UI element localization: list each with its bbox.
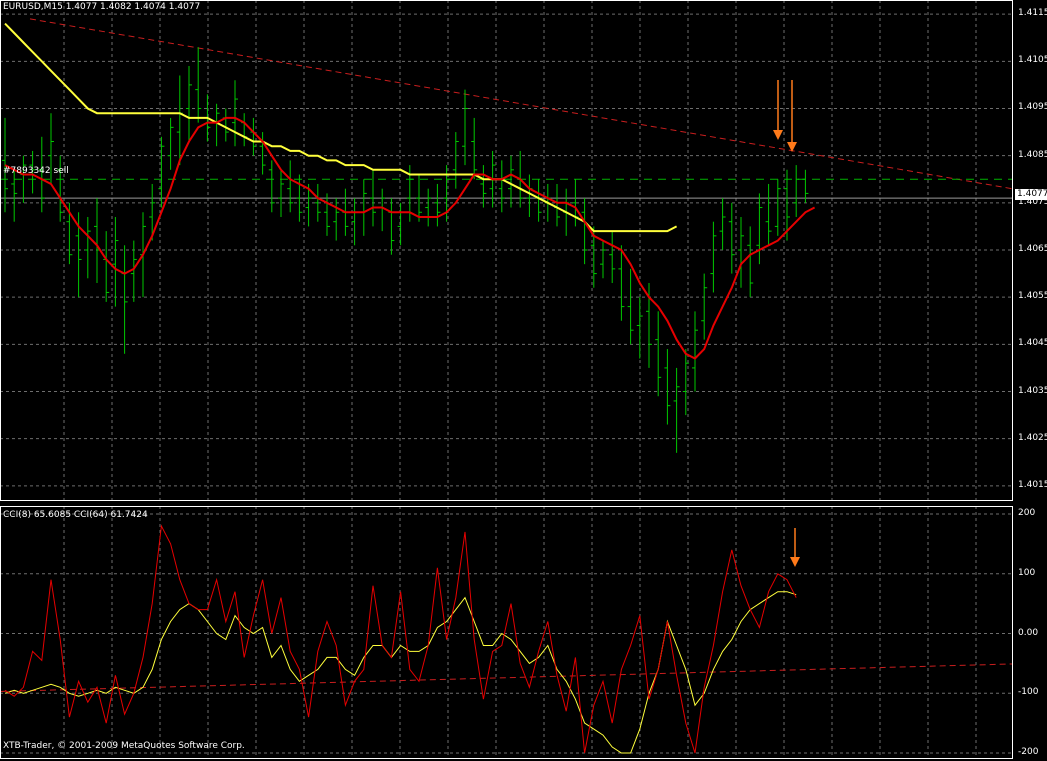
trading-chart[interactable]: [0, 0, 1047, 761]
ohlc-bar: [655, 311, 662, 397]
cci-fast-line: [4, 524, 797, 754]
price-axis-label: 1.4055: [1018, 291, 1047, 302]
ohlc-bar: [186, 66, 192, 142]
sell-arrow-icon: [787, 80, 797, 152]
ohlc-bar: [167, 117, 174, 170]
ohlc-bar: [268, 160, 275, 213]
ohlc-bar: [324, 193, 330, 236]
ohlc-bar: [627, 268, 634, 345]
signal-arrows[interactable]: [773, 80, 800, 567]
ohlc-bar: [397, 202, 404, 246]
ohlc-bar: [84, 216, 91, 279]
ohlc-bar: [756, 193, 763, 265]
ohlc-bar: [158, 136, 165, 208]
ohlc-bar: [765, 183, 772, 246]
ohlc-bar: [554, 183, 560, 227]
arrow-head: [790, 557, 800, 567]
price-axis-label: 1.4105: [1018, 55, 1047, 66]
ohlc-bar: [130, 240, 137, 302]
arrow-head: [787, 142, 797, 152]
cci-panel-frame: [0, 506, 1013, 759]
ohlc-bar: [728, 202, 735, 274]
ohlc-bar: [232, 80, 238, 147]
ohlc-bar: [278, 169, 284, 217]
cci-axis-label: 200: [1018, 508, 1036, 518]
ohlc-bar: [452, 132, 459, 189]
cci-axis-label: -200: [1018, 747, 1039, 757]
ohlc-bar: [379, 188, 386, 232]
cci-axis-label: 100: [1018, 567, 1036, 578]
cci-axis-label: 0.00: [1018, 627, 1039, 638]
price-panel-header: EURUSD,M15 1.4077 1.4082 1.4074 1.4077: [3, 2, 201, 12]
ohlc-bar: [112, 216, 119, 307]
ohlc-bar: [287, 160, 294, 213]
cci-trendline: [0, 663, 1013, 692]
ohlc-bar: [94, 198, 100, 284]
price-axis-label: 1.4065: [1018, 244, 1047, 254]
ohlc-bar: [471, 117, 478, 180]
ma-fast-line: [4, 116, 816, 360]
cci-lines: [0, 524, 1013, 754]
sell-arrow-icon: [790, 528, 800, 567]
copyright-text: XTB-Trader, © 2001-2009 MetaQuotes Softw…: [3, 741, 245, 751]
order-label: #7893342 sell: [3, 166, 69, 176]
ohlc-bar: [434, 183, 441, 227]
ohlc-bar: [222, 108, 229, 142]
ohlc-bar: [121, 245, 128, 354]
ohlc-bar: [11, 169, 18, 222]
current-price-marker: 1.4077: [1015, 189, 1047, 200]
ohlc-bar: [710, 221, 717, 293]
price-trendline[interactable]: [29, 18, 1013, 190]
ohlc-bar: [508, 155, 514, 208]
ohlc-bar: [738, 216, 744, 288]
price-axis-label: 1.4095: [1018, 102, 1047, 113]
ohlc-bar: [719, 198, 726, 250]
ohlc-bar: [498, 160, 505, 213]
ohlc-bar: [581, 198, 588, 265]
cci-slow-line: [4, 591, 797, 754]
trendline: [29, 18, 1013, 190]
cci-panel-header: CCI(8) 65.6085 CCI(64) 61.7424: [3, 510, 148, 520]
price-grid: [0, 0, 1012, 500]
price-axis-label: 1.4015: [1018, 479, 1047, 490]
ohlc-bar: [333, 198, 340, 241]
ohlc-bar: [636, 297, 643, 359]
ohlc-bar: [103, 231, 110, 302]
sell-arrow-icon: [773, 80, 783, 140]
ohlc-bar: [600, 240, 606, 279]
ohlc-bar: [360, 179, 367, 236]
cci-axis-label: -100: [1018, 687, 1039, 698]
ohlc-bar: [747, 226, 754, 298]
price-axis-label: 1.4115: [1018, 8, 1047, 19]
ohlc-bar: [664, 349, 671, 425]
ohlc-bar: [480, 165, 487, 208]
price-axis-label: 1.4045: [1018, 338, 1047, 349]
ohlc-bar: [793, 165, 800, 217]
ohlc-bar: [388, 198, 395, 255]
ohlc-bar: [701, 273, 708, 340]
ohlc-bar: [618, 245, 625, 321]
ohlc-bar: [213, 103, 220, 147]
ohlc-bar: [195, 47, 202, 123]
price-axis-label: 1.4035: [1018, 385, 1047, 396]
cci-grid: [0, 506, 1012, 757]
ohlc-bar: [682, 349, 689, 416]
ohlc-bar: [241, 113, 248, 147]
ohlc-bar: [425, 188, 432, 227]
ohlc-bar: [535, 179, 542, 222]
price-axis-label: 1.4025: [1018, 432, 1047, 443]
ohlc-bar: [176, 75, 183, 166]
ohlc-bar: [609, 231, 616, 284]
ohlc-bar: [673, 367, 680, 453]
ohlc-bar: [774, 179, 781, 236]
ohlc-bar: [692, 311, 698, 392]
ohlc-bar: [462, 89, 468, 166]
arrow-head: [773, 130, 783, 140]
price-axis-label: 1.4085: [1018, 149, 1047, 160]
ohlc-bar: [526, 174, 533, 217]
